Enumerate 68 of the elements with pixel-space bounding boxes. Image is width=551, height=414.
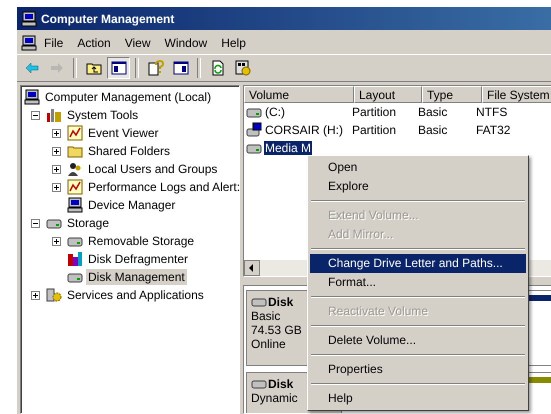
tree-item[interactable]: Storage — [65, 215, 112, 231]
help-icon — [148, 60, 164, 76]
expand-toggle[interactable] — [52, 182, 61, 192]
table-cell-text: FAT32 — [475, 123, 512, 137]
expand-toggle[interactable] — [31, 290, 40, 300]
users-icon — [67, 161, 83, 177]
tree-item[interactable]: Event Viewer — [86, 125, 160, 141]
toolbar-button[interactable] — [107, 57, 130, 79]
refresh-icon — [210, 60, 226, 76]
drive-name[interactable]: (C:) — [264, 105, 286, 119]
drive-name[interactable]: Media M — [264, 141, 312, 155]
computer-icon — [21, 35, 37, 51]
menu-item[interactable]: Explore — [310, 177, 526, 196]
disk-detail: 74.53 GB — [251, 323, 303, 337]
tree-item[interactable]: Device Manager — [86, 197, 178, 213]
tree-item[interactable]: Shared Folders — [86, 143, 172, 159]
disk-name: Disk — [268, 295, 294, 309]
table-cell-text: Basic — [417, 105, 448, 119]
column-header[interactable]: Volume — [244, 86, 354, 103]
tree-item[interactable]: System Tools — [65, 107, 140, 123]
table-cell-text: Basic — [417, 123, 448, 137]
table-cell-text: Partition — [351, 123, 398, 137]
tree-item[interactable]: Disk Defragmenter — [86, 251, 190, 267]
chart-icon — [67, 125, 83, 141]
tree-item[interactable]: Computer Management (Local) — [43, 89, 214, 105]
table-cell-text: NTFS — [475, 105, 508, 119]
tree-item[interactable]: Services and Applications — [65, 287, 206, 303]
menu-item[interactable]: Change Drive Letter and Paths... — [310, 254, 526, 273]
disk-name: Disk — [268, 377, 294, 391]
menu-item[interactable]: View — [118, 34, 158, 52]
menu-item[interactable]: Open — [310, 158, 526, 177]
computer-icon — [21, 10, 37, 26]
column-header[interactable]: Type — [422, 86, 482, 103]
menu-item[interactable]: File — [37, 34, 70, 52]
menu-item[interactable]: Window — [158, 34, 214, 52]
blocks-icon — [67, 251, 83, 267]
expand-toggle[interactable] — [52, 236, 61, 246]
tree-item[interactable]: Disk Management — [86, 269, 187, 285]
removable-drive-icon — [246, 122, 262, 138]
scroll-left-button[interactable] — [244, 260, 260, 276]
column-header[interactable]: File System — [482, 86, 551, 103]
menu-item[interactable]: Delete Volume... — [310, 331, 526, 350]
menu-item[interactable]: Help — [214, 34, 253, 52]
column-header[interactable]: Layout — [354, 86, 422, 103]
tree-item[interactable]: Removable Storage — [86, 233, 196, 249]
expand-toggle[interactable] — [31, 110, 40, 120]
menu-item[interactable]: Properties — [310, 360, 526, 379]
properties-icon — [234, 60, 250, 76]
chart-icon — [67, 179, 83, 195]
tree-item[interactable]: Local Users and Groups — [86, 161, 220, 177]
panes-icon — [172, 60, 188, 76]
back-arrow-icon — [24, 60, 40, 76]
toolbox-icon — [46, 107, 62, 123]
window-title: Computer Management — [41, 12, 174, 26]
forward-arrow-icon — [48, 60, 64, 76]
menu-item[interactable]: Help — [310, 389, 526, 408]
expand-toggle[interactable] — [52, 146, 61, 156]
panes-icon — [110, 60, 126, 76]
computer-icon — [24, 89, 40, 105]
expand-toggle[interactable] — [52, 164, 61, 174]
menu-item[interactable]: Action — [70, 34, 118, 52]
tree-item[interactable]: Performance Logs and Alert: — [86, 179, 239, 195]
expand-toggle[interactable] — [52, 128, 61, 138]
computer-icon — [67, 197, 83, 213]
menu-item[interactable]: Format... — [310, 273, 526, 292]
expand-toggle[interactable] — [31, 218, 40, 228]
table-cell-text: Partition — [351, 105, 398, 119]
drive-name[interactable]: CORSAIR (H:) — [264, 123, 344, 137]
